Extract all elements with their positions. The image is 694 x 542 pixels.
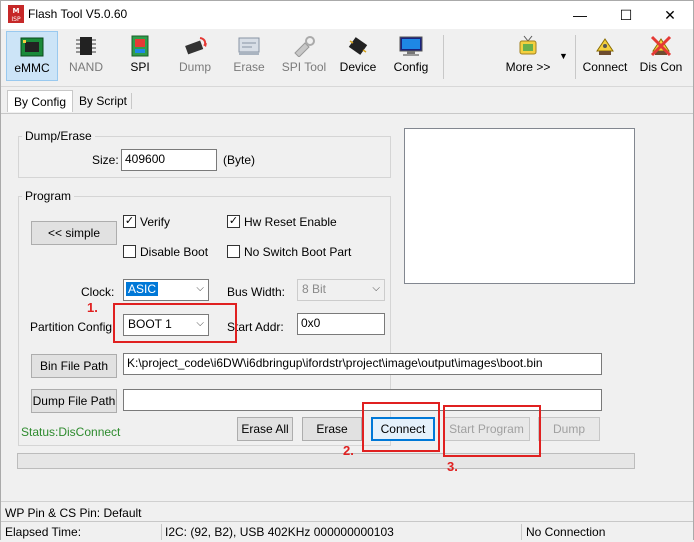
toolbar-device-button[interactable]: Device [332, 31, 384, 81]
minimize-button[interactable]: — [557, 1, 603, 29]
size-unit-label: (Byte) [223, 153, 256, 167]
more-tv-icon [519, 35, 537, 55]
status-cell-divider [161, 524, 162, 540]
dump-erase-group-title: Dump/Erase [22, 129, 95, 143]
toolbar-separator [443, 35, 444, 79]
flash-tool-window: M ISP Flash Tool V5.0.60 — ☐ ✕ eMMC NAND [0, 0, 694, 541]
erase-icon [238, 37, 260, 55]
bus-width-label: Bus Width: [227, 285, 286, 299]
simple-mode-button[interactable]: << simple [31, 221, 117, 245]
toolbar-nand-button[interactable]: NAND [60, 31, 112, 81]
disconnect-icon [650, 35, 672, 57]
pin-info-text: WP Pin & CS Pin: Default [5, 506, 142, 520]
verify-label: Verify [140, 215, 171, 229]
toolbar-spi-button[interactable]: SPI [114, 31, 166, 81]
chevron-down-icon: ⌵ [372, 283, 380, 294]
bin-file-path-button[interactable]: Bin File Path [31, 354, 117, 378]
annotation-step-3: 3. [447, 459, 458, 474]
i2c-usb-info-text: I2C: (92, B2), USB 402KHz 000000000103 [165, 525, 394, 539]
no-switch-boot-label: No Switch Boot Part [244, 245, 352, 259]
progress-bar [17, 453, 635, 469]
toolbar-erase-button[interactable]: Erase [223, 31, 275, 81]
toolbar-more-button[interactable]: More >> [501, 31, 555, 81]
connect-icon [596, 38, 614, 55]
emmc-chip-icon [20, 37, 44, 57]
bus-width-select[interactable]: 8 Bit ⌵ [297, 279, 385, 301]
disable-boot-label: Disable Boot [140, 245, 209, 259]
tab-by-script[interactable]: By Script [73, 90, 133, 112]
size-label: Size: [92, 153, 119, 167]
erase-button[interactable]: Erase [302, 417, 362, 441]
size-input[interactable]: 409600 [121, 149, 217, 171]
toolbar-config-button[interactable]: Config [385, 31, 437, 81]
annotation-box-connect [362, 402, 440, 452]
close-button[interactable]: ✕ [647, 1, 693, 29]
bus-width-select-value: 8 Bit [302, 282, 327, 296]
toolbar: eMMC NAND SPI Dump Erase SPI Tool Device… [1, 29, 693, 87]
toolbar-dump-button[interactable]: Dump [169, 31, 221, 81]
no-switch-boot-checkbox[interactable] [227, 245, 240, 258]
status-bar-row-1: WP Pin & CS Pin: Default [1, 503, 693, 523]
bin-file-path-input[interactable]: K:\project_code\i6DW\i6dbringup\ifordstr… [123, 353, 602, 375]
status-cell-divider [521, 524, 522, 540]
mode-tabs: By Config By Script [1, 89, 693, 113]
verify-checkbox[interactable]: ✓ [123, 215, 136, 228]
dump-button[interactable]: Dump [538, 417, 600, 441]
annotation-step-1: 1. [87, 300, 98, 315]
erase-all-button[interactable]: Erase All [237, 417, 293, 441]
hw-reset-checkbox[interactable]: ✓ [227, 215, 240, 228]
disable-boot-checkbox[interactable] [123, 245, 136, 258]
connection-status-text: Status:DisConnect [21, 425, 121, 439]
maximize-button[interactable]: ☐ [603, 1, 649, 29]
clock-select[interactable]: ASIC ⌵ [123, 279, 209, 301]
chevron-down-icon: ⌵ [196, 283, 204, 294]
clock-label: Clock: [81, 285, 115, 299]
svg-text:M: M [13, 7, 20, 15]
app-logo-icon: M ISP [8, 5, 24, 23]
status-bar: WP Pin & CS Pin: Default Elapsed Time: I… [1, 501, 693, 541]
hw-reset-label: Hw Reset Enable [244, 215, 337, 229]
start-addr-input[interactable]: 0x0 [297, 313, 385, 335]
nand-chip-icon [76, 37, 96, 55]
dump-file-path-button[interactable]: Dump File Path [31, 389, 117, 413]
status-bar-row-2: Elapsed Time: I2C: (92, B2), USB 402KHz … [1, 522, 693, 542]
partition-config-label: Partition Config: [30, 320, 116, 334]
toolbar-separator [575, 35, 576, 79]
elapsed-time-text: Elapsed Time: [5, 525, 82, 539]
dump-chip-icon [185, 37, 207, 55]
annotation-step-2: 2. [343, 443, 354, 458]
tab-separator [131, 93, 132, 109]
annotation-box-start-program [443, 405, 541, 457]
annotation-box-partition [113, 303, 237, 343]
spi-tool-icon [294, 36, 315, 57]
toolbar-emmc-button[interactable]: eMMC [6, 31, 58, 81]
device-chip-icon [348, 37, 368, 55]
toolbar-disconnect-button[interactable]: Dis Con [633, 31, 689, 81]
tab-underline [1, 113, 693, 114]
window-title: Flash Tool V5.0.60 [28, 7, 128, 21]
svg-text:ISP: ISP [11, 16, 21, 23]
title-bar: M ISP Flash Tool V5.0.60 — ☐ ✕ [1, 1, 693, 29]
log-output-box[interactable] [404, 128, 635, 284]
more-dropdown-arrow-icon[interactable]: ▼ [559, 51, 568, 61]
toolbar-connect-button[interactable]: Connect [579, 31, 631, 81]
clock-select-value: ASIC [126, 282, 159, 296]
spi-board-icon [131, 35, 149, 57]
toolbar-spi-tool-button[interactable]: SPI Tool [277, 31, 331, 81]
config-monitor-icon [399, 36, 423, 56]
tab-by-config[interactable]: By Config [7, 90, 74, 112]
connection-state-text: No Connection [526, 525, 606, 539]
program-group-title: Program [22, 189, 75, 203]
